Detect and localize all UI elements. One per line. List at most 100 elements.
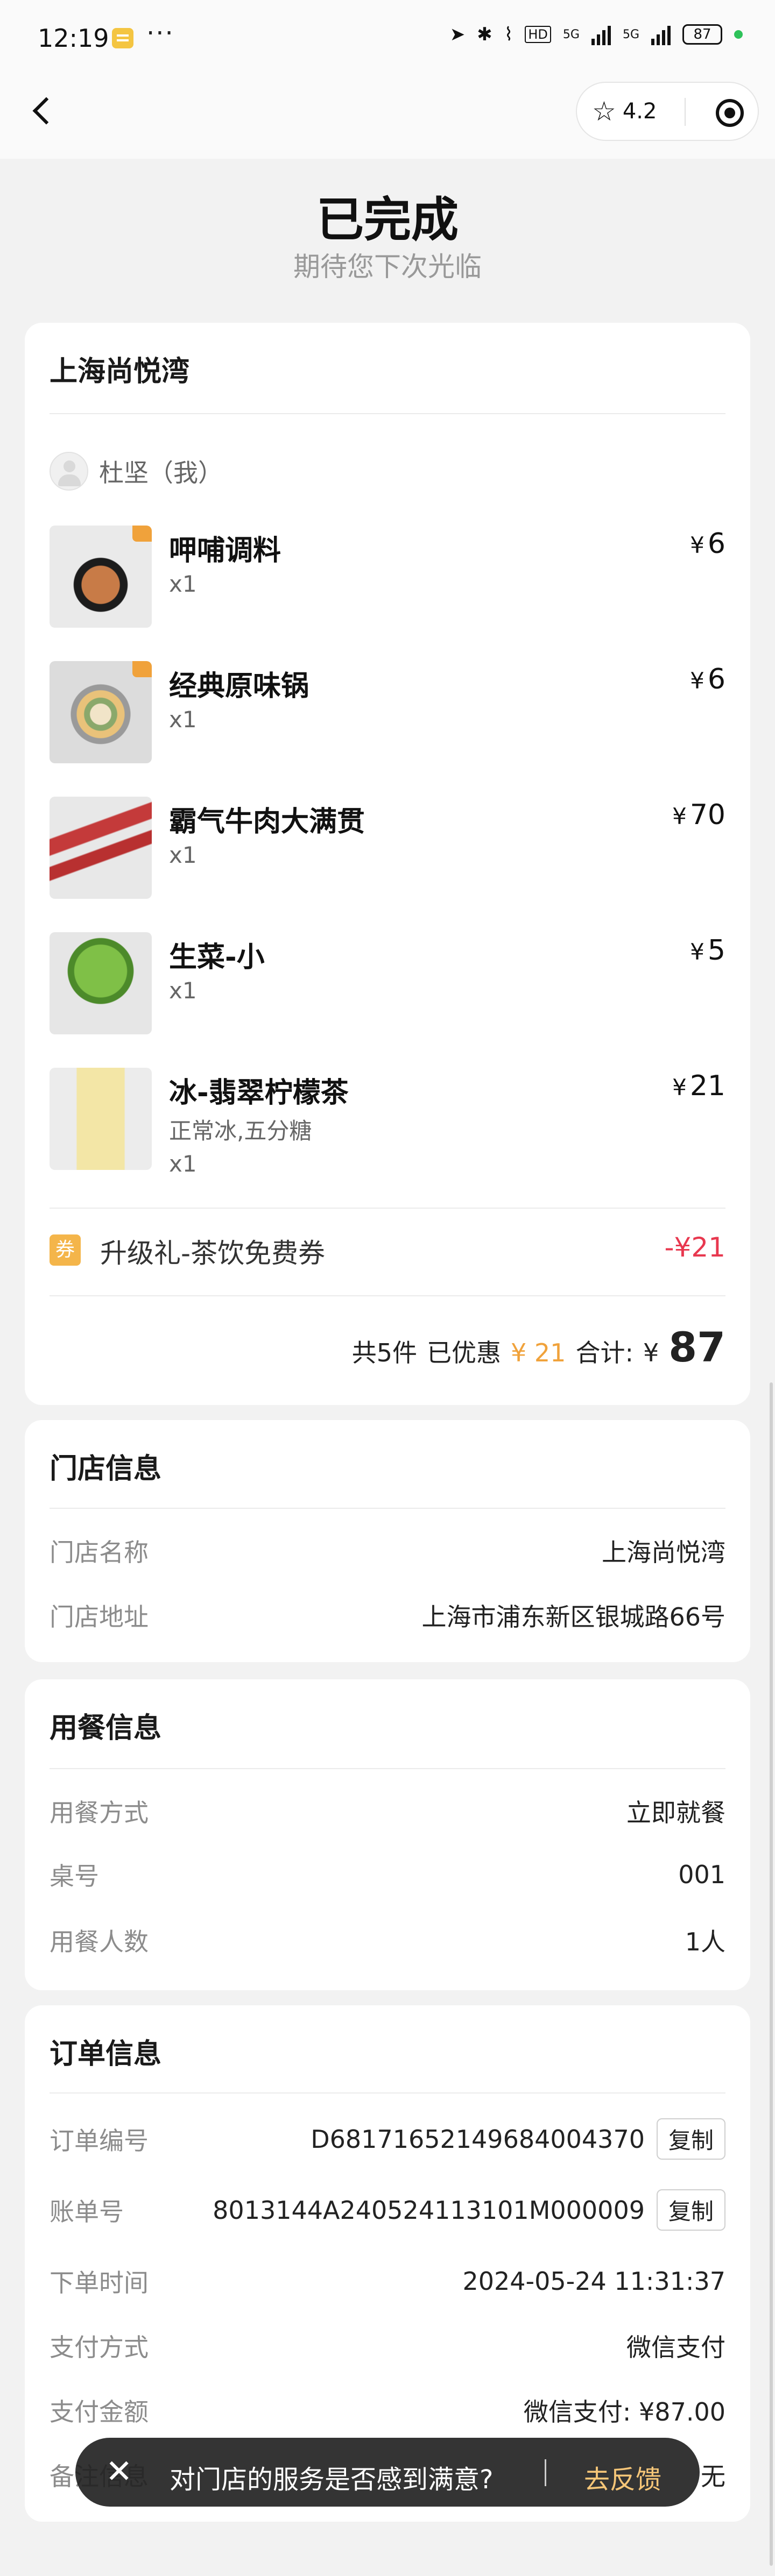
item-price: ¥6 [690,528,725,560]
info-row: 用餐人数 1人 [50,1922,725,1958]
item-qty: x1 [169,706,197,733]
charging-dot-icon [734,30,743,39]
page-title: 已完成 [316,192,459,247]
price-value: 5 [707,934,725,967]
price-value: 70 [689,799,725,831]
diner-name: 杜坚（我） [99,458,223,487]
info-row: 订单编号 D68171652149684004370 复制 [50,2118,725,2160]
divider [50,2092,725,2094]
row-label: 用餐方式 [50,1798,149,1827]
row-value: 立即就餐 [626,1798,725,1827]
more-notifications: ··· [146,18,174,48]
hd-icon: HD [525,26,551,43]
row-label: 下单时间 [50,2268,149,2297]
back-button[interactable] [24,86,61,134]
order-item: 生菜-小 x1 ¥5 [50,932,725,1034]
discount-label: 已优惠 [427,1338,502,1367]
signal-icon [591,24,611,45]
item-qty: x1 [169,842,197,868]
dining-info-card: 用餐信息 用餐方式 立即就餐 桌号 001 用餐人数 1人 [25,1679,750,1990]
row-value: 上海尚悦湾 [602,1538,725,1567]
battery-icon: 87 [682,24,722,45]
section-title: 门店信息 [50,1453,162,1485]
item-name: 冰-翡翠柠檬茶 [169,1077,349,1109]
order-item: 经典原味锅 x1 ¥6 [50,661,725,763]
message-notification-icon [112,28,133,48]
row-label: 账单号 [50,2197,124,2226]
currency-symbol: ¥ [690,532,704,558]
item-tag-badge [132,526,152,542]
store-name-heading: 上海尚悦湾 [50,356,190,388]
row-label: 门店地址 [50,1602,149,1631]
rating-button[interactable]: ☆ 4.2 [592,98,657,125]
top-bar: 12:19 ··· ➤ ✱ ⌇ HD 5G 5G 87 ☆ 4.2 [0,0,775,159]
avatar [50,452,88,491]
item-image-lemon-tea [50,1068,152,1170]
row-label: 用餐人数 [50,1927,149,1956]
row-label: 门店名称 [50,1538,149,1567]
item-price: ¥21 [672,1070,725,1102]
order-items-card-continued: 霸气牛肉大满贯 x1 ¥70 生菜-小 x1 ¥5 冰-翡翠柠檬茶 正常冰,五分… [25,775,750,1405]
location-icon: ➤ [449,24,466,45]
close-icon[interactable]: ✕ [105,2453,132,2490]
row-label: 支付方式 [50,2333,149,2362]
row-value: 1人 [685,1927,725,1956]
item-count: 共5件 [351,1338,418,1367]
rating-value: 4.2 [622,99,657,124]
total-label: 合计: [575,1338,633,1367]
info-row: 门店地址 上海市浦东新区银城路66号 [50,1598,725,1633]
page-subtitle: 期待您下次光临 [293,251,482,282]
item-name: 经典原味锅 [169,670,309,702]
coupon-value: -¥21 [664,1232,725,1263]
row-value: 无 [701,2462,725,2491]
item-qty: x1 [169,571,197,597]
info-row: 支付方式 微信支付 [50,2328,725,2364]
toast-divider [545,2459,546,2486]
item-name: 霸气牛肉大满贯 [169,806,365,838]
row-label: 订单编号 [50,2126,149,2155]
row-value: 2024-05-24 11:31:37 [462,2267,725,2296]
order-number: D68171652149684004370 [311,2124,645,2154]
star-icon: ☆ [592,96,616,127]
scrollbar[interactable] [770,1382,773,2566]
copy-bill-number-button[interactable]: 复制 [656,2189,725,2231]
network-5g-label: 5G [562,27,580,41]
row-label: 支付金额 [50,2397,149,2426]
total-currency: ¥ [643,1338,659,1367]
feedback-message: 对门店的服务是否感到满意? [170,2465,494,2495]
close-miniprogram-icon[interactable] [716,99,744,127]
order-summary: 共5件 已优惠 ¥ 21 合计: ¥ 87 [352,1323,725,1371]
vibrate-icon: ⌇ [504,24,513,45]
divider [50,413,725,414]
store-info-card: 门店信息 门店名称 上海尚悦湾 门店地址 上海市浦东新区银城路66号 [25,1420,750,1662]
price-value: 21 [689,1070,725,1102]
row-value: 微信支付 [626,2333,725,2362]
info-row: 账单号 8013144A240524113101M000009 复制 [50,2189,725,2231]
item-price: ¥5 [690,934,725,967]
price-value: 6 [707,528,725,560]
item-qty: x1 [169,977,197,1004]
discount-amount: ¥ 21 [511,1338,566,1367]
info-row: 桌号 001 [50,1857,725,1892]
item-spec: 正常冰,五分糖 [169,1118,312,1144]
info-row: 支付金额 微信支付: ¥87.00 [50,2393,725,2428]
row-label: 桌号 [50,1862,99,1891]
item-name: 生菜-小 [169,941,265,974]
item-tag-badge [132,661,152,677]
status-time: 12:19 [38,24,109,53]
info-row: 用餐方式 立即就餐 [50,1793,725,1829]
currency-symbol: ¥ [690,668,704,694]
divider [50,1208,725,1209]
network-5g-label-2: 5G [622,27,639,41]
capsule-divider [685,98,686,126]
currency-symbol: ¥ [690,939,704,965]
status-icons: ➤ ✱ ⌇ HD 5G 5G 87 [450,24,743,45]
bluetooth-icon: ✱ [477,24,492,45]
row-value: 微信支付: ¥87.00 [523,2397,725,2426]
signal-icon-2 [651,24,671,45]
order-item: 呷哺调料 x1 ¥6 [50,526,725,628]
row-value: 001 [678,1860,725,1889]
miniprogram-capsule: ☆ 4.2 [576,82,759,141]
feedback-button[interactable]: 去反馈 [584,2458,661,2496]
copy-order-number-button[interactable]: 复制 [656,2118,725,2160]
